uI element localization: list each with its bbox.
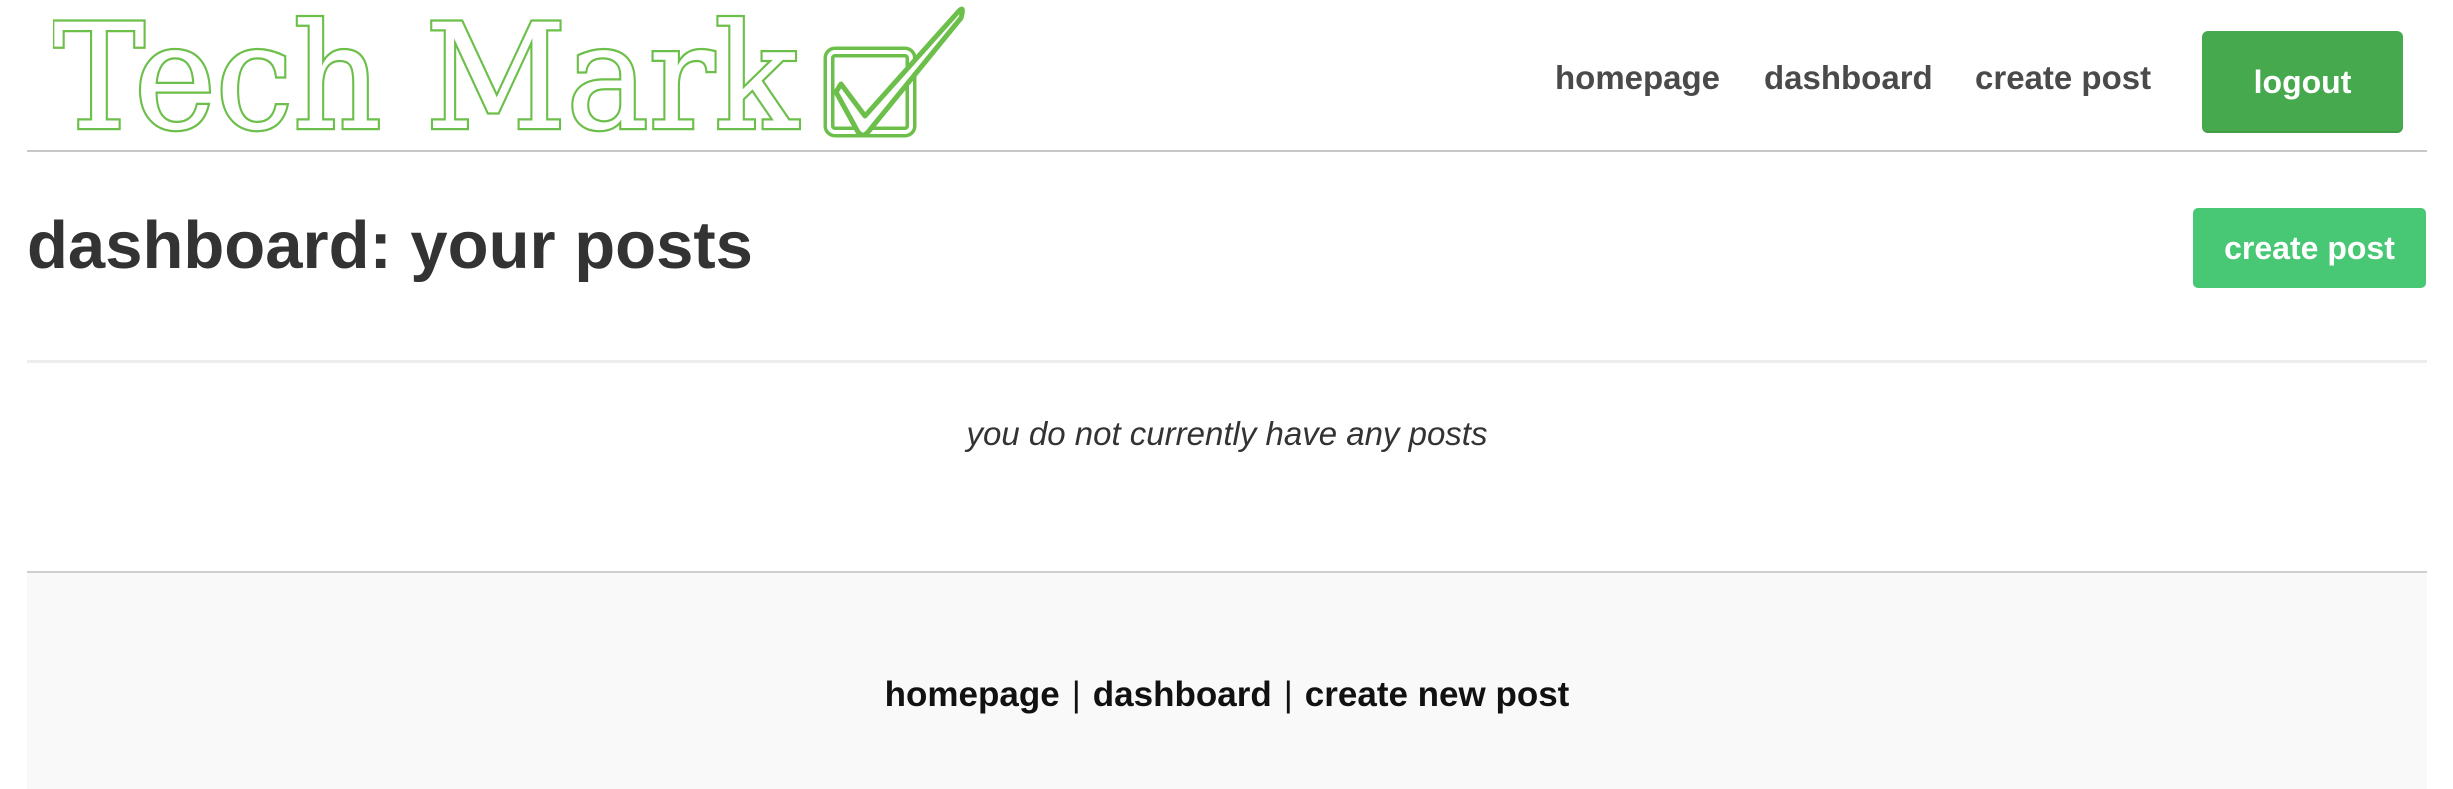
logout-button-label: logout [2253,63,2352,100]
site-header: Tech Mark homepage dashboard create post… [27,0,2427,152]
footer-link-dashboard[interactable]: dashboard [1093,675,1272,714]
nav-dashboard[interactable]: dashboard [1764,58,1933,98]
create-post-button-label: create post [2224,229,2395,266]
footer-link-create-new-post[interactable]: create new post [1305,675,1570,714]
create-post-button[interactable]: create post [2193,208,2426,288]
page-title: dashboard: your posts [27,208,753,283]
logo-graphic: Tech Mark [53,0,965,145]
checkbox-check-icon [823,6,965,138]
footer-separator: | [1071,675,1081,714]
nav-create-post[interactable]: create post [1975,58,2151,98]
nav-homepage[interactable]: homepage [1555,58,1720,98]
logo-text: Tech Mark [53,0,799,145]
logout-button[interactable]: logout [2202,31,2403,133]
page: Tech Mark homepage dashboard create post… [0,0,2453,789]
footer-link-homepage[interactable]: homepage [885,675,1060,714]
footer-separator: | [1283,675,1293,714]
footer-nav: homepage | dashboard | create new post [27,673,2427,717]
site-footer: homepage | dashboard | create new post [27,571,2427,789]
content-divider [27,360,2427,363]
site-logo[interactable]: Tech Mark [53,0,983,145]
empty-posts-message: you do not currently have any posts [966,415,1488,452]
